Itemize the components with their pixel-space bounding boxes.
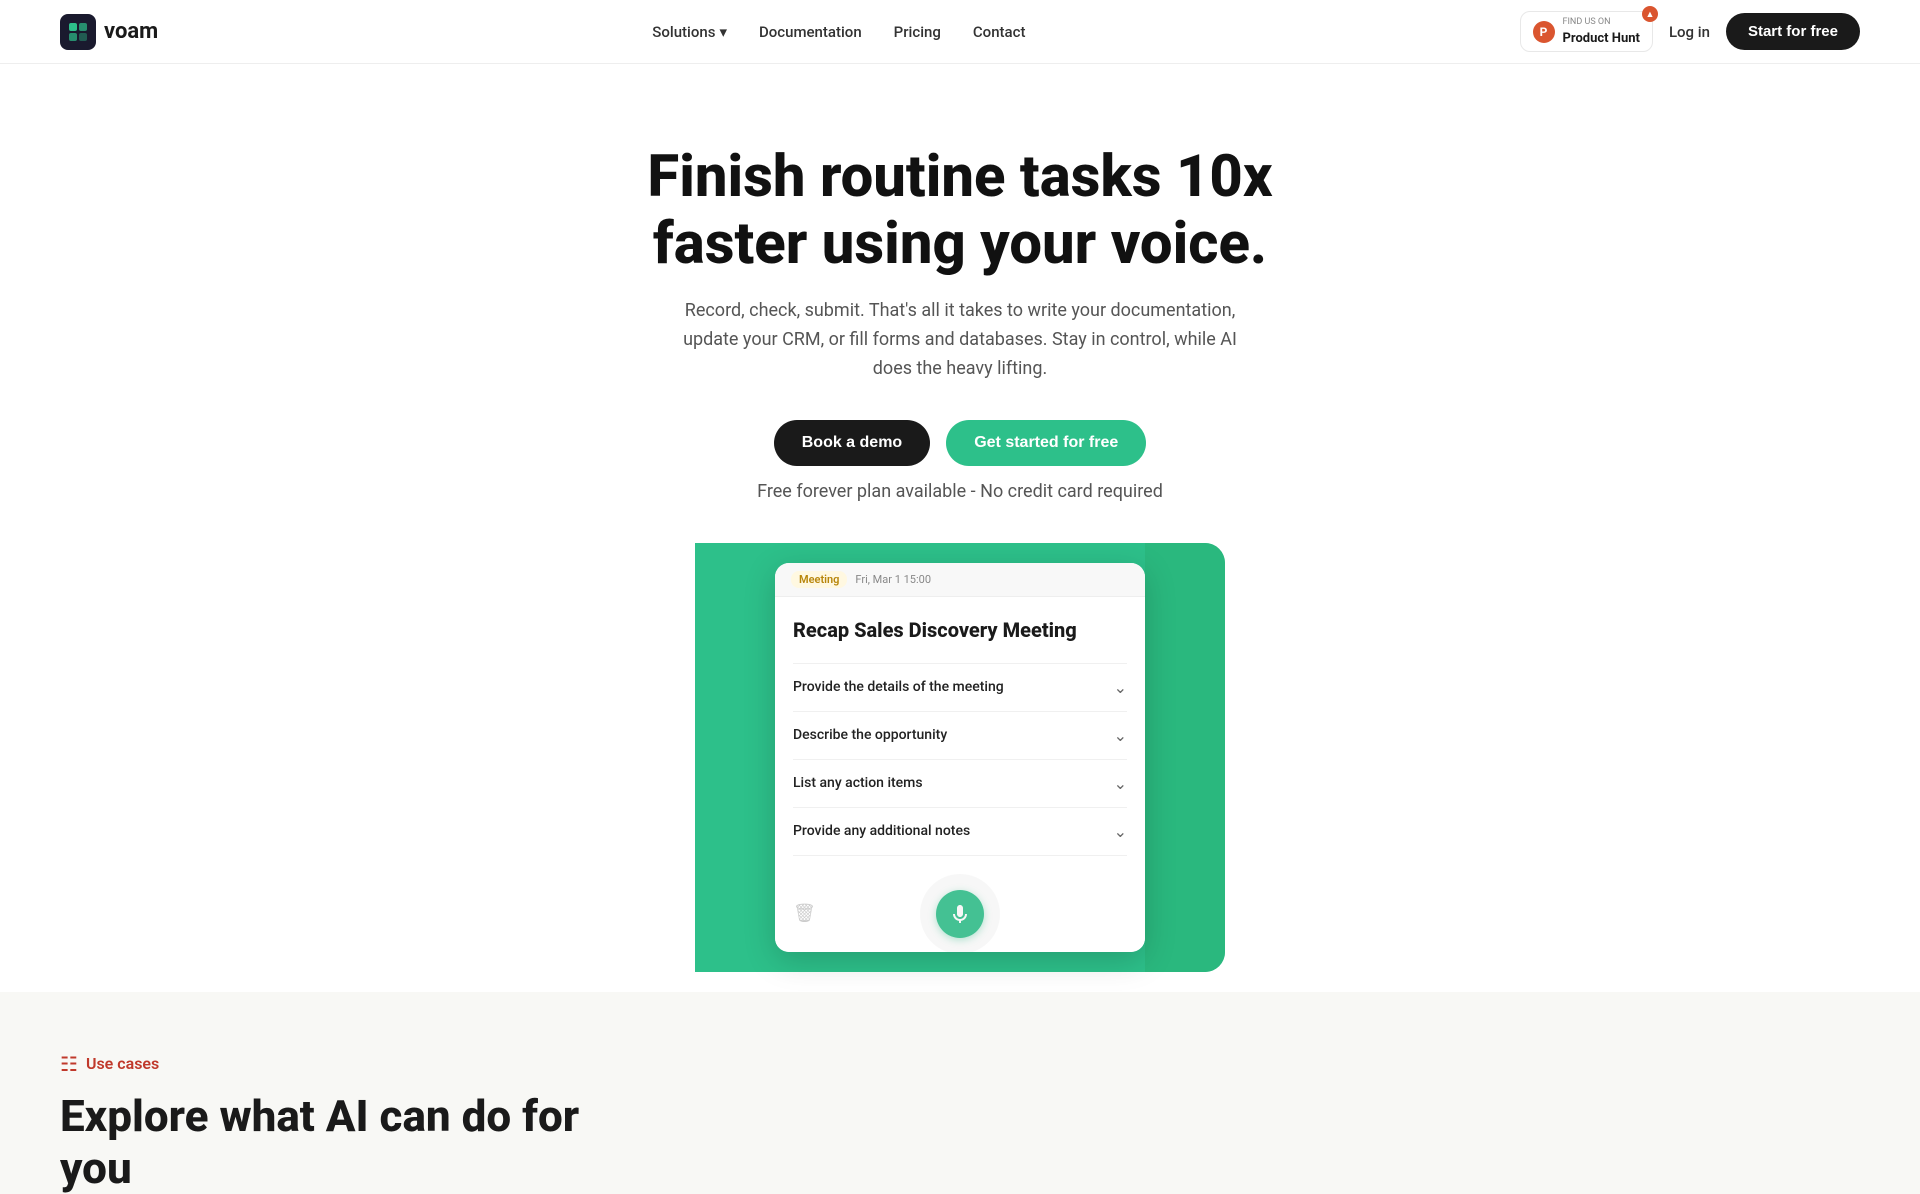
product-hunt-badge[interactable]: P FIND US ON Product Hunt ▲ — [1520, 11, 1653, 52]
login-link[interactable]: Log in — [1669, 23, 1710, 41]
get-started-button[interactable]: Get started for free — [946, 420, 1146, 466]
demo-section: Meeting Fri, Mar 1 15:00 Recap Sales Dis… — [0, 543, 1920, 992]
logo-link[interactable]: voam — [60, 14, 158, 50]
accordion-label-4: Provide any additional notes — [793, 823, 970, 839]
nav-contact[interactable]: Contact — [973, 23, 1026, 41]
nav-docs[interactable]: Documentation — [759, 23, 862, 41]
logo-icon — [60, 14, 96, 50]
hero-note: Free forever plan available - No credit … — [670, 478, 1250, 507]
nav-pricing[interactable]: Pricing — [894, 23, 941, 41]
hero-buttons: Book a demo Get started for free — [20, 420, 1900, 466]
product-hunt-icon: P — [1533, 21, 1555, 43]
book-demo-button[interactable]: Book a demo — [774, 420, 930, 466]
use-cases-title: Explore what AI can do for you — [60, 1090, 660, 1194]
use-cases-section: ☷ Use cases Explore what AI can do for y… — [0, 992, 1920, 1194]
demo-phone: Meeting Fri, Mar 1 15:00 Recap Sales Dis… — [775, 563, 1145, 952]
demo-side-left — [695, 543, 775, 972]
accordion-item-3[interactable]: List any action items ⌄ — [793, 759, 1127, 807]
grid-icon: ☷ — [60, 1052, 78, 1076]
chevron-icon-1: ⌄ — [1114, 678, 1127, 697]
chevron-icon-2: ⌄ — [1114, 726, 1127, 745]
chevron-icon-3: ⌄ — [1114, 774, 1127, 793]
chevron-down-icon: ▾ — [719, 23, 727, 41]
nav-links: Solutions ▾ Documentation Pricing Contac… — [652, 23, 1025, 41]
phone-topbar: Meeting Fri, Mar 1 15:00 — [775, 563, 1145, 597]
mic-button[interactable] — [936, 890, 984, 938]
nav-right: P FIND US ON Product Hunt ▲ Log in Start… — [1520, 11, 1860, 52]
accordion-item-2[interactable]: Describe the opportunity ⌄ — [793, 711, 1127, 759]
start-for-free-button[interactable]: Start for free — [1726, 13, 1860, 50]
product-hunt-text: FIND US ON Product Hunt — [1563, 17, 1640, 46]
accordion-label-1: Provide the details of the meeting — [793, 679, 1004, 695]
product-hunt-upvote[interactable]: ▲ — [1642, 6, 1658, 22]
phone-footer: 🗑 — [775, 876, 1145, 952]
chevron-icon-4: ⌄ — [1114, 822, 1127, 841]
accordion-label-2: Describe the opportunity — [793, 727, 947, 743]
demo-outer: Meeting Fri, Mar 1 15:00 Recap Sales Dis… — [695, 543, 1225, 972]
demo-side-right — [1145, 543, 1225, 972]
accordion-label-3: List any action items — [793, 775, 923, 791]
delete-icon[interactable]: 🗑 — [793, 903, 816, 924]
nav-solutions[interactable]: Solutions ▾ — [652, 23, 727, 41]
hero-section: Finish routine tasks 10x faster using yo… — [0, 64, 1920, 507]
use-cases-label: ☷ Use cases — [60, 1052, 1860, 1076]
logo-text: voam — [104, 19, 158, 44]
hero-subheadline: Record, check, submit. That's all it tak… — [670, 297, 1250, 383]
navbar: voam Solutions ▾ Documentation Pricing C… — [0, 0, 1920, 64]
demo-title: Recap Sales Discovery Meeting — [793, 617, 1127, 643]
accordion-item-1[interactable]: Provide the details of the meeting ⌄ — [793, 663, 1127, 711]
use-cases-eyebrow: Use cases — [86, 1054, 159, 1073]
phone-body: Recap Sales Discovery Meeting Provide th… — [775, 597, 1145, 876]
meeting-badge: Meeting — [791, 571, 847, 588]
accordion-item-4[interactable]: Provide any additional notes ⌄ — [793, 807, 1127, 856]
hero-headline: Finish routine tasks 10x faster using yo… — [570, 144, 1350, 277]
meeting-date: Fri, Mar 1 15:00 — [855, 573, 931, 586]
